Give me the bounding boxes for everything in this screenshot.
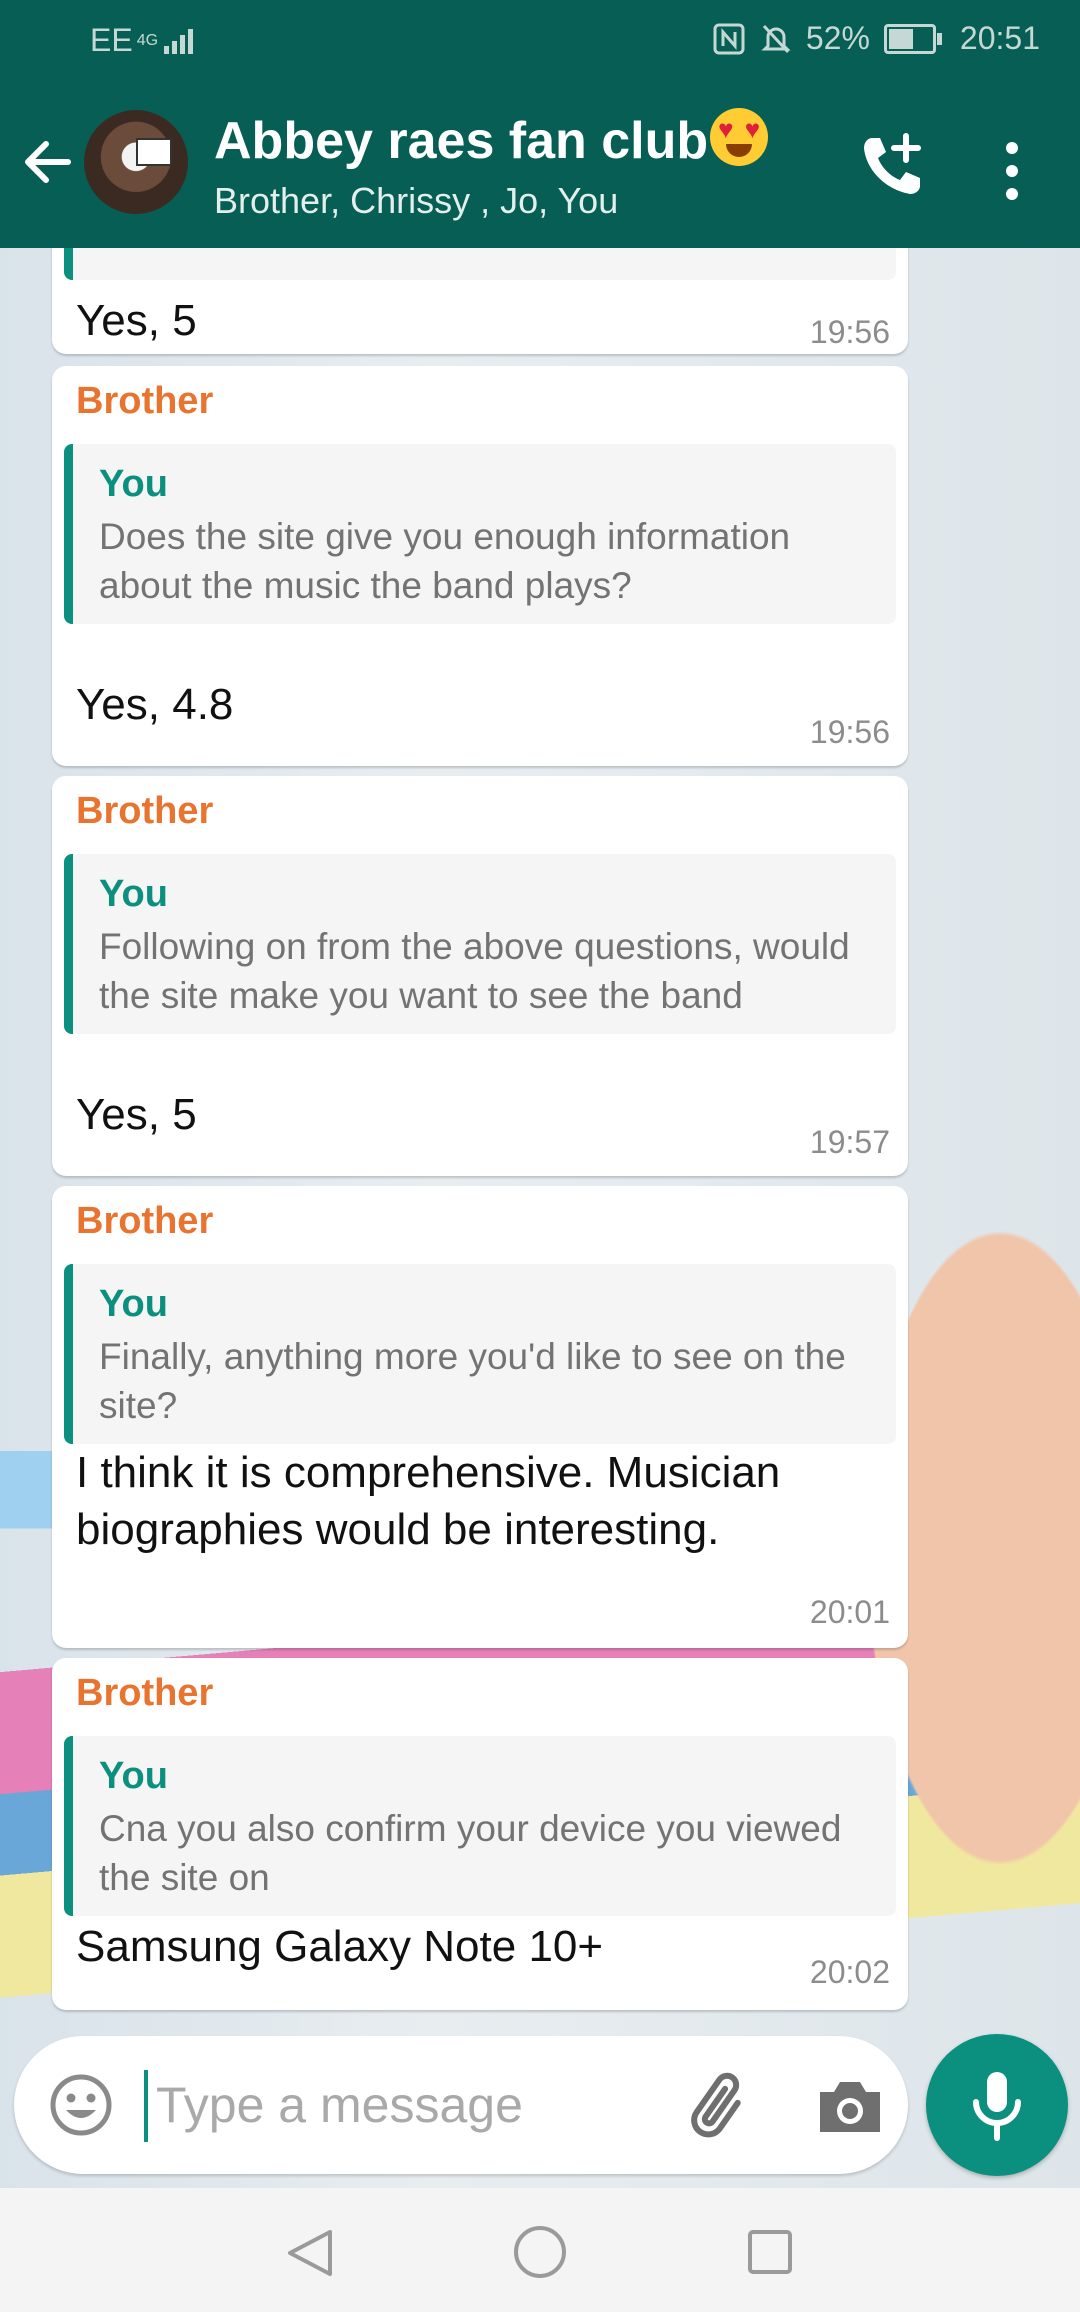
sender-name: Brother [76, 1672, 214, 1714]
group-title[interactable]: Abbey raes fan club [214, 108, 769, 171]
avatar-sign-graphic [136, 138, 172, 166]
message-text: Yes, 4.8 [76, 680, 234, 729]
status-right: 52% 20:51 [712, 20, 1040, 57]
group-members[interactable]: Brother, Chrissy , Jo, You [214, 180, 618, 222]
message-bubble[interactable]: Brother You Finally, anything more you'd… [52, 1186, 908, 1648]
quote-author: You [99, 1283, 168, 1325]
quote-author: You [99, 1755, 168, 1797]
microphone-icon [973, 2072, 1021, 2141]
mute-bell-icon [761, 24, 791, 53]
quote-text: Cna you also confirm your device you vie… [99, 1808, 842, 1898]
group-avatar[interactable] [84, 110, 188, 214]
back-arrow-icon[interactable] [18, 132, 78, 192]
quote-author: You [99, 873, 168, 915]
nav-recent-apps-icon[interactable] [746, 2228, 794, 2276]
chat-header: Abbey raes fan club Brother, Chrissy , J… [0, 80, 1080, 248]
clock: 20:51 [959, 20, 1040, 56]
voice-message-button[interactable] [926, 2034, 1068, 2176]
paperclip-icon[interactable] [680, 2066, 760, 2146]
quote-text: Finally, anything more you'd like to see… [99, 1336, 846, 1426]
message-text: Yes, 5 [76, 1090, 197, 1139]
message-time: 19:56 [809, 314, 890, 350]
quoted-message[interactable] [64, 248, 896, 280]
network-label: 4G [136, 31, 159, 49]
carrier-label: EE [90, 22, 133, 58]
message-composer [14, 2036, 908, 2174]
message-bubble[interactable]: Brother You Does the site give you enoug… [52, 366, 908, 766]
quote-text: Following on from the above questions, w… [99, 926, 850, 1016]
quoted-message[interactable]: You Does the site give you enough inform… [64, 444, 896, 624]
nfc-icon [713, 23, 745, 54]
message-input[interactable] [154, 2058, 658, 2152]
add-call-icon[interactable] [858, 130, 928, 200]
battery-percent: 52% [805, 20, 870, 56]
camera-icon[interactable] [810, 2066, 890, 2146]
message-time: 19:57 [809, 1124, 890, 1160]
sender-name: Brother [76, 380, 214, 422]
text-cursor [144, 2070, 148, 2142]
message-bubble[interactable]: Brother You Following on from the above … [52, 776, 908, 1176]
status-left: EE 4G [90, 22, 196, 59]
message-text: I think it is comprehensive. Musician bi… [76, 1448, 781, 1554]
heart-eyes-emoji-icon [710, 108, 769, 166]
nav-home-icon[interactable] [512, 2224, 568, 2280]
sender-name: Brother [76, 790, 214, 832]
message-text: Yes, 5 [76, 296, 197, 345]
message-text: Samsung Galaxy Note 10+ [76, 1922, 604, 1971]
sender-name: Brother [76, 1200, 214, 1242]
signal-icon [164, 28, 194, 54]
system-navigation-bar [0, 2188, 1080, 2312]
quoted-message[interactable]: You Cna you also confirm your device you… [64, 1736, 896, 1916]
emoji-icon[interactable] [46, 2070, 116, 2140]
message-bubble[interactable]: Brother You Cna you also confirm your de… [52, 1658, 908, 2010]
quote-text: Does the site give you enough informatio… [99, 516, 791, 606]
message-time: 20:02 [809, 1954, 890, 1990]
message-bubble[interactable]: Yes, 5 19:56 [52, 248, 908, 354]
more-options-icon[interactable] [990, 136, 1034, 206]
quoted-message[interactable]: You Finally, anything more you'd like to… [64, 1264, 896, 1444]
quote-author: You [99, 463, 168, 505]
battery-icon [883, 23, 942, 54]
status-bar: EE 4G 52% 20:51 [0, 0, 1080, 80]
message-time: 19:56 [809, 714, 890, 750]
group-title-text: Abbey raes fan club [214, 112, 709, 170]
message-time: 20:01 [809, 1594, 890, 1630]
quoted-message[interactable]: You Following on from the above question… [64, 854, 896, 1034]
nav-back-icon[interactable] [280, 2226, 340, 2280]
message-list[interactable]: Yes, 5 19:56 Brother You Does the site g… [0, 248, 1080, 2038]
